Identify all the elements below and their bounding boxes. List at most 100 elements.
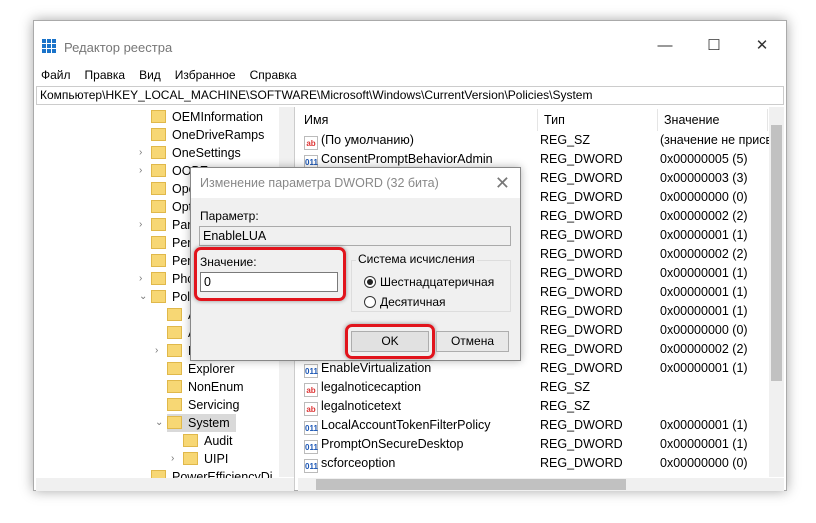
chevron-right-icon[interactable]: › xyxy=(155,345,158,356)
chevron-down-icon[interactable]: ⌄ xyxy=(155,417,163,428)
value-row[interactable]: ab legalnoticetext REG_SZ xyxy=(304,397,774,416)
column-type[interactable]: Тип xyxy=(538,109,658,131)
minimize-button[interactable]: — xyxy=(642,33,688,59)
tree-item[interactable]: System xyxy=(167,414,236,432)
value-type: REG_DWORD xyxy=(540,247,623,261)
value-type: REG_DWORD xyxy=(540,342,623,356)
menu-favorites[interactable]: Избранное xyxy=(168,65,243,85)
chevron-down-icon[interactable]: ⌄ xyxy=(139,291,147,302)
value-type: REG_DWORD xyxy=(540,437,623,451)
value-row[interactable]: 011 LocalAccountTokenFilterPolicy REG_DWOR… xyxy=(304,416,774,435)
chevron-right-icon[interactable]: › xyxy=(139,219,142,230)
decimal-radio[interactable]: Десятичная xyxy=(364,295,446,309)
value-name: LocalAccountTokenFilterPolicy xyxy=(321,418,491,432)
menu-help[interactable]: Справка xyxy=(243,65,304,85)
scrollbar-thumb[interactable] xyxy=(316,479,626,490)
folder-icon xyxy=(167,326,182,339)
value-row[interactable]: ab (По умолчанию) REG_SZ (значение не присв… xyxy=(304,131,784,150)
folder-icon xyxy=(167,362,182,375)
value-data: 0x00000001 (1) xyxy=(660,285,748,299)
tree-item-label: Audit xyxy=(204,434,233,448)
value-data: 0x00000001 (1) xyxy=(660,361,748,375)
base-group-label: Система исчисления xyxy=(356,252,477,266)
value-row[interactable]: 011 EnableVirtualization REG_DWORD 0x000000… xyxy=(304,359,774,378)
value-row[interactable]: ab legalnoticecaption REG_SZ xyxy=(304,378,774,397)
value-data: 0x00000000 (0) xyxy=(660,456,748,470)
tree-item[interactable]: UIPI xyxy=(183,450,234,468)
value-type: REG_DWORD xyxy=(540,228,623,242)
tree-item-label: System xyxy=(188,416,230,430)
value-name: PromptOnSecureDesktop xyxy=(321,437,464,451)
value-data: 0x00000001 (1) xyxy=(660,228,748,242)
decimal-label: Десятичная xyxy=(380,295,446,309)
folder-icon xyxy=(151,110,166,123)
tree-item-label: Servicing xyxy=(188,398,240,412)
value-data: 0x00000001 (1) xyxy=(660,266,748,280)
folder-icon xyxy=(167,308,182,321)
column-name[interactable]: Имя xyxy=(298,109,538,131)
value-type: REG_DWORD xyxy=(540,361,623,375)
hex-radio[interactable]: Шестнадцатеричная xyxy=(364,275,494,289)
string-value-icon: ab xyxy=(304,136,318,150)
value-type: REG_SZ xyxy=(540,133,591,147)
address-bar[interactable]: Компьютер\HKEY_LOCAL_MACHINE\SOFTWARE\Mi… xyxy=(36,86,784,105)
folder-icon xyxy=(183,434,198,447)
value-data: 0x00000005 (5) xyxy=(660,152,748,166)
menu-edit[interactable]: Правка xyxy=(78,65,133,85)
folder-icon xyxy=(151,236,166,249)
tree-item[interactable]: OneDriveRamps xyxy=(151,126,270,144)
value-type: REG_DWORD xyxy=(540,171,623,185)
value-name: legalnoticetext xyxy=(321,399,401,413)
menu-view[interactable]: Вид xyxy=(132,65,168,85)
menu-file[interactable]: Файл xyxy=(34,65,78,85)
folder-icon xyxy=(151,182,166,195)
values-horizontal-scrollbar[interactable] xyxy=(298,478,784,491)
title-bar: Редактор реестра — ☐ ✕ xyxy=(34,21,786,63)
folder-icon xyxy=(167,344,182,357)
parameter-label: Параметр: xyxy=(200,209,259,223)
tree-item[interactable]: OEMInformation xyxy=(151,108,269,126)
folder-icon xyxy=(183,452,198,465)
tree-horizontal-scrollbar[interactable] xyxy=(36,478,294,491)
value-row[interactable]: 011 PromptOnSecureDesktop REG_DWORD 0x00000… xyxy=(304,435,774,454)
tree-item[interactable]: Explorer xyxy=(167,360,241,378)
folder-icon xyxy=(151,218,166,231)
folder-icon xyxy=(151,164,166,177)
value-type: REG_DWORD xyxy=(540,456,623,470)
value-name: legalnoticecaption xyxy=(321,380,422,394)
folder-icon xyxy=(167,398,182,411)
tree-item-label: OneSettings xyxy=(172,146,241,160)
chevron-right-icon[interactable]: › xyxy=(139,273,142,284)
folder-icon xyxy=(167,416,182,429)
value-data: 0x00000001 (1) xyxy=(660,304,748,318)
folder-icon xyxy=(151,272,166,285)
edit-dword-dialog: Изменение параметра DWORD (32 бита) ✕ Пар… xyxy=(190,167,521,361)
string-value-icon: ab xyxy=(304,402,318,416)
folder-icon xyxy=(151,146,166,159)
chevron-right-icon[interactable]: › xyxy=(139,165,142,176)
close-button[interactable]: ✕ xyxy=(739,33,785,59)
values-vertical-scrollbar[interactable] xyxy=(769,107,784,477)
ok-highlight xyxy=(345,324,435,359)
tree-item[interactable]: Servicing xyxy=(167,396,245,414)
column-value[interactable]: Значение xyxy=(658,109,768,131)
dword-value-icon: 011 xyxy=(304,421,318,435)
value-data: 0x00000002 (2) xyxy=(660,209,748,223)
tree-item-label: NonEnum xyxy=(188,380,244,394)
scrollbar-thumb[interactable] xyxy=(771,125,782,381)
tree-item-label: OneDriveRamps xyxy=(172,128,265,142)
chevron-right-icon[interactable]: › xyxy=(139,147,142,158)
value-name: ConsentPromptBehaviorAdmin xyxy=(321,152,493,166)
value-data: 0x00000003 (3) xyxy=(660,171,748,185)
chevron-right-icon[interactable]: › xyxy=(171,453,174,464)
maximize-button[interactable]: ☐ xyxy=(691,33,737,59)
tree-item[interactable]: NonEnum xyxy=(167,378,250,396)
value-row[interactable]: 011 scforceoption REG_DWORD 0x00000000 (0) xyxy=(304,454,774,473)
value-data: 0x00000002 (2) xyxy=(660,247,748,261)
value-highlight xyxy=(194,247,346,301)
dialog-close-icon[interactable]: ✕ xyxy=(495,168,510,198)
cancel-button[interactable]: Отмена xyxy=(436,331,509,352)
folder-icon xyxy=(151,290,166,303)
tree-item[interactable]: Audit xyxy=(183,432,239,450)
tree-item[interactable]: OneSettings xyxy=(151,144,247,162)
